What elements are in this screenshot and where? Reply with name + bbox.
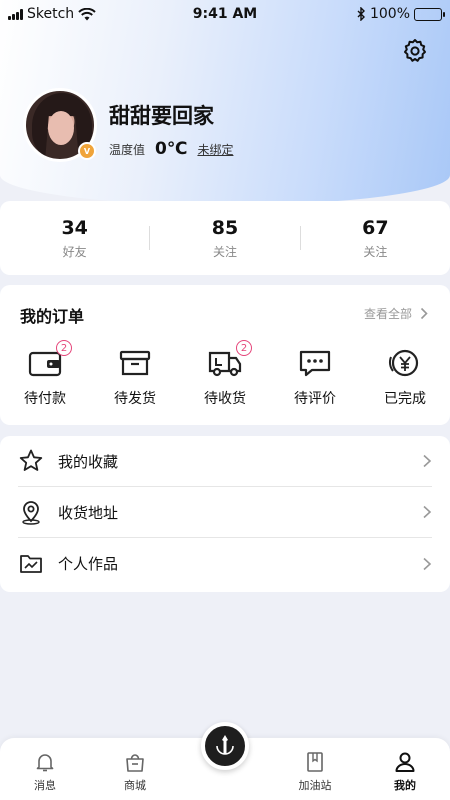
book-icon [307,752,323,772]
orders-title: 我的订单 [20,307,85,326]
menu-item-label: 个人作品 [58,555,119,573]
location-icon [22,501,40,525]
vip-badge-icon: V [78,142,96,160]
status-bar-left: Sketch [8,6,96,22]
order-status-list: 2 待付款 待发货 2 待收货 待评价 已完成 [0,340,450,408]
stats-card: 34 好友 85 关注 67 关注 [0,201,450,275]
order-label: 待收货 [204,391,246,407]
view-all-label: 查看全部 [363,307,412,321]
tab-messages[interactable]: 消息 [0,738,90,800]
chevron-right-icon [423,557,432,570]
tab-label: 消息 [34,779,56,792]
comment-icon [297,347,333,379]
orders-card: 我的订单 查看全部 2 待付款 待发货 2 待收货 待评价 已完成 [0,285,450,425]
menu-card: 我的收藏 收货地址 个人作品 [0,436,450,592]
username: 甜甜要回家 [109,104,214,128]
order-label: 待发货 [114,391,156,407]
star-icon [19,449,43,471]
temperature-label: 温度值 [109,143,146,157]
menu-item-works[interactable]: 个人作品 [18,538,432,589]
status-bar: Sketch 9:41 AM 100% [0,0,450,28]
stat-friends[interactable]: 34 好友 [0,217,149,260]
order-pending-receipt[interactable]: 2 待收货 [180,340,270,408]
order-pending-review[interactable]: 待评价 [270,347,360,408]
stat-value: 34 [61,216,88,239]
stat-followers[interactable]: 67 关注 [301,217,450,260]
user-icon [395,752,415,772]
fuel-nozzle-icon [216,735,234,755]
carrier-name: Sketch [27,6,75,22]
order-pending-shipment[interactable]: 待发货 [90,347,180,408]
temperature-row: 温度值 0℃ 未绑定 [109,139,233,159]
gear-icon[interactable] [402,38,428,64]
battery-icon [414,7,445,21]
order-badge: 2 [56,340,72,356]
tab-gas-station[interactable]: 加油站 [270,738,360,800]
status-time: 9:41 AM [192,6,258,22]
center-action-button[interactable] [201,722,249,770]
tab-label: 商城 [124,779,146,792]
order-pending-payment[interactable]: 2 待付款 [0,340,90,408]
stat-label: 好友 [62,244,87,259]
wifi-icon [78,7,96,20]
chevron-right-icon [423,505,432,519]
yuan-icon [387,347,423,379]
view-all-orders-link[interactable]: 查看全部 [364,305,428,322]
battery-percent: 100% [369,6,410,22]
stat-label: 关注 [212,244,237,259]
shop-bag-icon [126,754,144,772]
box-icon [117,347,153,379]
chevron-right-icon [420,307,428,320]
order-label: 待评价 [294,391,336,407]
stat-label: 关注 [363,244,388,259]
tab-label: 加油站 [298,779,332,792]
temperature-value: 0℃ [155,139,188,159]
menu-item-label: 我的收藏 [58,452,119,471]
stat-value: 67 [362,216,389,239]
tab-mall[interactable]: 商城 [90,738,180,800]
avatar-face [48,111,74,145]
stat-value: 85 [211,216,239,239]
menu-item-favorites[interactable]: 我的收藏 [18,436,432,487]
stat-following[interactable]: 85 关注 [150,217,299,260]
signal-icon [8,8,23,20]
order-badge: 2 [236,340,252,356]
tab-label: 我的 [394,779,416,792]
menu-item-address[interactable]: 收货地址 [18,487,432,538]
order-label: 待付款 [24,391,66,407]
wallet-icon: 2 [27,340,72,379]
truck-icon: 2 [207,340,252,379]
tab-mine[interactable]: 我的 [360,738,450,800]
status-bar-right: 100% [357,6,445,22]
chevron-right-icon [423,454,432,468]
unbound-link[interactable]: 未绑定 [197,141,233,158]
menu-item-label: 收货地址 [58,503,119,522]
order-label: 已完成 [384,391,426,407]
order-completed[interactable]: 已完成 [360,347,450,408]
folder-icon [20,554,42,573]
bell-icon [36,754,54,772]
bluetooth-icon [357,7,365,21]
